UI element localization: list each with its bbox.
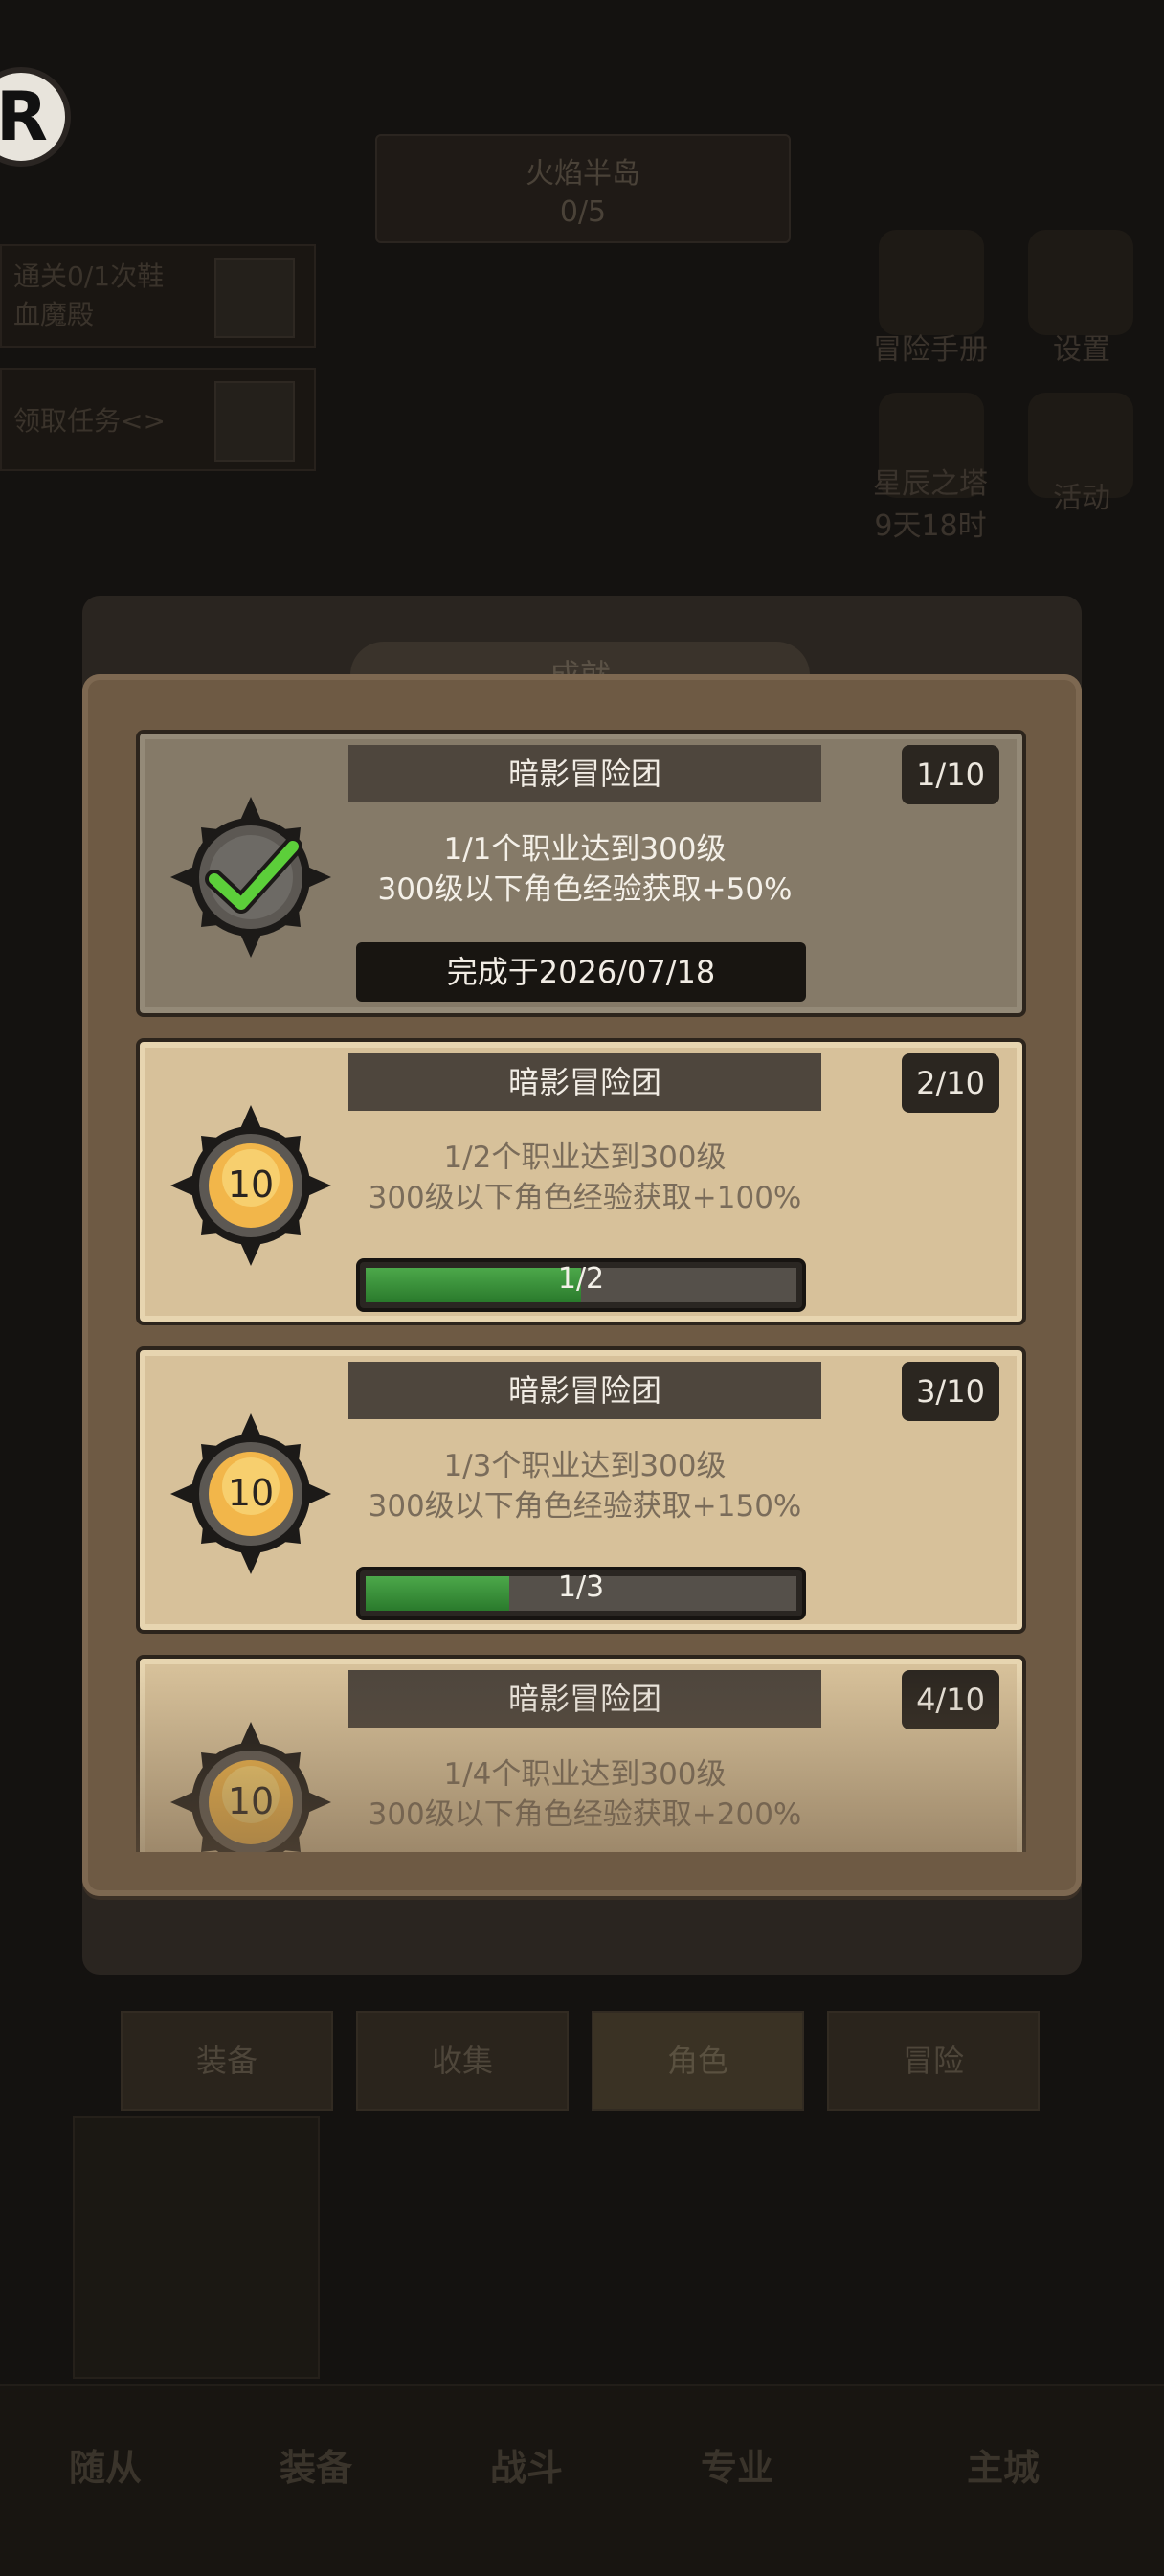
nav-main-city: 主城 bbox=[842, 2384, 1164, 2576]
nav-followers: 随从 bbox=[0, 2384, 211, 2576]
achievement-requirement: 1/4个职业达到300级 bbox=[443, 1757, 727, 1792]
progress-text: 1/3 bbox=[557, 1570, 605, 1604]
nav-profession: 专业 bbox=[632, 2384, 842, 2576]
achievement-requirement: 1/2个职业达到300级 bbox=[443, 1141, 727, 1175]
quest-text: 领取任务<> bbox=[13, 405, 166, 437]
side-label: 星辰之塔 9天18时 bbox=[873, 467, 988, 543]
achievement-progress-bar: 1/3 bbox=[356, 1567, 806, 1620]
nav-battle: 战斗 bbox=[421, 2384, 632, 2576]
achievement-bonus: 300级以下角色经验获取+50% bbox=[377, 872, 793, 907]
completed-check-icon bbox=[170, 797, 331, 958]
side-label: 冒险手册 bbox=[873, 333, 988, 367]
tab-character: 角色 bbox=[592, 2011, 804, 2111]
achievement-description: 1/1个职业达到300级 300级以下角色经验获取+50% bbox=[341, 829, 829, 910]
achievement-title: 暗影冒险团 bbox=[348, 1362, 821, 1419]
achievement-bonus: 300级以下角色经验获取+100% bbox=[368, 1181, 802, 1215]
side-label: 活动 bbox=[1053, 482, 1110, 515]
achievement-card-4: 暗影冒险团 4/10 10 1/4个职业达到300级 300级以下角色经验获取+… bbox=[136, 1655, 1026, 1852]
achievement-bonus: 300级以下角色经验获取+200% bbox=[368, 1797, 802, 1832]
pet-slot bbox=[73, 2116, 320, 2379]
reward-amount: 10 bbox=[228, 1164, 274, 1206]
quest-icon bbox=[214, 258, 295, 338]
achievement-title: 暗影冒险团 bbox=[348, 745, 821, 802]
reward-coin-icon: 10 bbox=[170, 1105, 331, 1266]
achievement-step-badge: 2/10 bbox=[902, 1053, 999, 1113]
side-label: 设置 bbox=[1053, 333, 1110, 367]
achievement-description: 1/2个职业达到300级 300级以下角色经验获取+100% bbox=[341, 1138, 829, 1218]
achievement-description: 1/4个职业达到300级 300级以下角色经验获取+200% bbox=[341, 1754, 829, 1835]
achievement-step-badge: 3/10 bbox=[902, 1362, 999, 1421]
tab-equipment: 装备 bbox=[121, 2011, 333, 2111]
quest-tracker-1: 通关0/1次鞋 血魔殿 bbox=[0, 244, 316, 348]
completion-date: 完成于2026/07/18 bbox=[356, 942, 806, 1002]
achievement-description: 1/3个职业达到300级 300级以下角色经验获取+150% bbox=[341, 1446, 829, 1526]
reward-amount: 10 bbox=[228, 1780, 274, 1822]
achievement-card-1: 暗影冒险团 1/10 1/1个职业达到300级 300级以下角色经验获取+50%… bbox=[136, 730, 1026, 1017]
player-avatar: R bbox=[0, 67, 71, 167]
tab-collection: 收集 bbox=[356, 2011, 569, 2111]
adventure-handbook-icon bbox=[879, 230, 984, 335]
quest-icon bbox=[214, 381, 295, 462]
quest-text: 通关0/1次鞋 血魔殿 bbox=[13, 260, 165, 330]
achievement-requirement: 1/3个职业达到300级 bbox=[443, 1449, 727, 1483]
achievement-step-badge: 4/10 bbox=[902, 1670, 999, 1729]
reward-coin-icon: 10 bbox=[170, 1413, 331, 1574]
achievement-card-2: 暗影冒险团 2/10 10 1/2个职业达到300级 300级以下角色经验获取+… bbox=[136, 1038, 1026, 1325]
achievement-title: 暗影冒险团 bbox=[348, 1053, 821, 1111]
achievement-card-3: 暗影冒险团 3/10 10 1/3个职业达到300级 300级以下角色经验获取+… bbox=[136, 1346, 1026, 1634]
quest-tracker-2: 领取任务<> bbox=[0, 368, 316, 471]
progress-text: 1/2 bbox=[557, 1262, 605, 1296]
achievement-bonus: 300级以下角色经验获取+150% bbox=[368, 1489, 802, 1524]
settings-icon bbox=[1028, 230, 1133, 335]
achievement-title: 暗影冒险团 bbox=[348, 1670, 821, 1728]
area-name: 火焰半岛 bbox=[526, 157, 640, 191]
area-info: 火焰半岛 0/5 bbox=[375, 134, 791, 243]
reward-coin-icon: 10 bbox=[170, 1722, 331, 1852]
achievement-step-badge: 1/10 bbox=[902, 745, 999, 804]
area-progress: 0/5 bbox=[559, 195, 607, 229]
achievement-list[interactable]: 暗影冒险团 1/10 1/1个职业达到300级 300级以下角色经验获取+50%… bbox=[136, 726, 1028, 1852]
achievement-requirement: 1/1个职业达到300级 bbox=[443, 832, 727, 867]
nav-equipment: 装备 bbox=[211, 2384, 421, 2576]
tab-adventure: 冒险 bbox=[827, 2011, 1040, 2111]
reward-amount: 10 bbox=[228, 1472, 274, 1514]
achievement-progress-bar: 1/2 bbox=[356, 1258, 806, 1312]
